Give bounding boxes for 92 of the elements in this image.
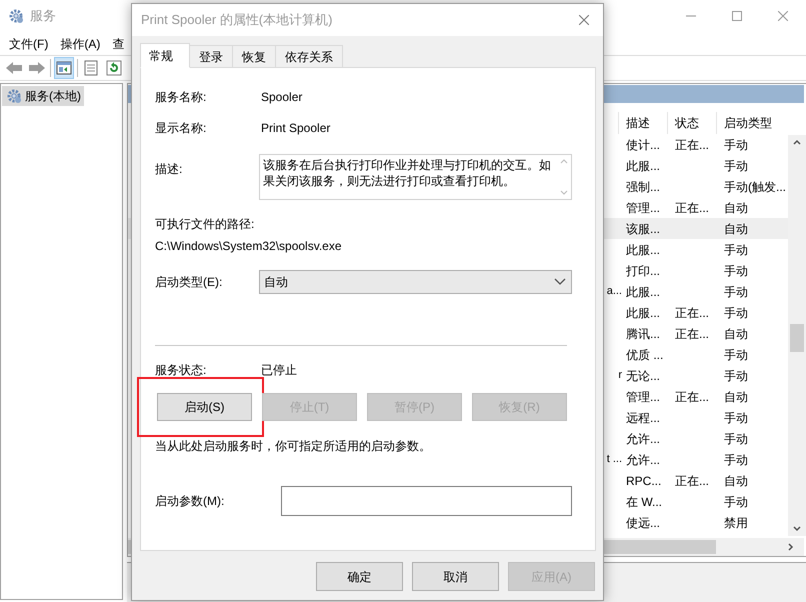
- dialog-button[interactable]: 取消: [412, 562, 499, 591]
- refresh-icon: [105, 59, 123, 77]
- table-cell: 在 W...: [626, 494, 662, 508]
- table-cell: RPC...: [626, 474, 662, 488]
- back-icon: [5, 59, 23, 77]
- tab[interactable]: 恢复: [233, 45, 276, 68]
- tab[interactable]: 登录: [190, 45, 233, 68]
- table-cell: 允许...: [626, 452, 660, 466]
- table-cell: 使远...: [626, 516, 660, 530]
- menu-item[interactable]: 查: [106, 34, 130, 52]
- table-cell: 手动: [724, 242, 748, 256]
- field-label: 可执行文件的路径:: [155, 216, 254, 233]
- startup-type-dropdown[interactable]: 自动: [259, 270, 572, 294]
- table-cell: 手动(触发...: [724, 180, 786, 194]
- field-label: 描述:: [155, 161, 184, 178]
- table-cell: 远程...: [626, 410, 660, 424]
- start-parameters-field[interactable]: [281, 486, 572, 516]
- gear-icon: [8, 8, 24, 24]
- table-cell-text: r: [618, 368, 622, 384]
- table-cell: 自动: [724, 222, 748, 236]
- table-cell: 无论...: [626, 368, 660, 382]
- table-cell: 手动: [724, 264, 748, 278]
- service-control-button[interactable]: 启动(S): [157, 393, 252, 421]
- field-label: 启动类型(E):: [155, 274, 224, 291]
- window-title: 服务: [30, 7, 56, 26]
- field-label: 启动参数(M):: [155, 493, 226, 510]
- column-header[interactable]: 描述: [619, 112, 668, 134]
- toolbar-button[interactable]: [54, 57, 74, 79]
- table-cell: 该服...: [626, 222, 660, 236]
- field-value: Spooler: [261, 89, 302, 106]
- table-cell-text: t ...: [606, 452, 622, 468]
- table-cell: 正在...: [675, 138, 710, 152]
- field-label: 显示名称:: [155, 121, 208, 135]
- table-cell: 手动: [724, 410, 748, 424]
- table-cell: 此服...: [626, 158, 660, 172]
- table-cell: 管理...: [626, 200, 660, 214]
- table-cell: 此服...: [626, 242, 660, 256]
- maximize-icon: [732, 11, 742, 21]
- table-cell: 允许...: [626, 432, 660, 446]
- forward-icon: [28, 59, 46, 77]
- table-cell: 打印...: [626, 264, 660, 278]
- table-cell: 使计...: [626, 138, 660, 152]
- menu-item[interactable]: 文件(F): [3, 34, 54, 52]
- table-cell: 正在...: [675, 474, 710, 488]
- document-icon: [82, 59, 100, 77]
- table-cell: 自动: [724, 326, 748, 340]
- table-cell: 正在...: [675, 200, 710, 214]
- close-icon: [579, 15, 589, 25]
- table-cell: 手动: [724, 306, 748, 320]
- tab[interactable]: 常规: [140, 43, 190, 68]
- field-label: 服务状态:: [155, 363, 208, 377]
- table-cell: 腾讯...: [626, 326, 660, 340]
- table-cell: 自动: [724, 200, 748, 214]
- table-cell: 正在...: [675, 390, 710, 404]
- field-label: 服务名称:: [155, 90, 208, 104]
- chevron-down-icon: [554, 278, 566, 286]
- table-cell: 禁用: [724, 516, 748, 530]
- menu-item[interactable]: 操作(A): [54, 34, 106, 52]
- table-cell: 手动: [724, 158, 748, 172]
- console-tree-icon: [55, 59, 73, 77]
- table-cell: 手动: [724, 348, 748, 362]
- table-cell: 正在...: [675, 326, 710, 340]
- hint-text: 当从此处启动服务时，你可指定所适用的启动参数。: [155, 438, 431, 455]
- column-header[interactable]: 状态: [668, 112, 717, 134]
- tab[interactable]: 依存关系: [276, 45, 343, 68]
- table-cell: 优质 ...: [626, 348, 664, 362]
- dialog-button[interactable]: 确定: [316, 562, 403, 591]
- table-cell-text: a...: [606, 284, 622, 300]
- table-cell: 手动: [724, 494, 748, 508]
- table-cell: 手动: [724, 368, 748, 382]
- table-cell: 自动: [724, 474, 748, 488]
- column-header[interactable]: 启动类型: [717, 112, 785, 134]
- table-cell: 自动: [724, 390, 748, 404]
- close-icon: [778, 11, 788, 21]
- table-cell: 此服...: [626, 284, 660, 298]
- table-cell: 此服...: [626, 306, 660, 320]
- table-cell: 手动: [724, 284, 748, 298]
- scrollbar-thumb[interactable]: [790, 324, 804, 352]
- dialog-title: Print Spooler 的属性(本地计算机): [141, 11, 332, 30]
- table-cell: 强制...: [626, 180, 660, 194]
- table-cell: 正在...: [675, 306, 710, 320]
- table-cell: 手动: [724, 452, 748, 466]
- field-value: C:\Windows\System32\spoolsv.exe: [155, 238, 342, 255]
- field-value: Print Spooler: [261, 120, 330, 137]
- gear-icon: [6, 88, 22, 104]
- vertical-scrollbar[interactable]: [788, 135, 806, 536]
- tree-item[interactable]: 服务(本地): [2, 86, 84, 106]
- table-cell: 手动: [724, 138, 748, 152]
- description-text: 该服务在后台执行打印作业并处理与打印机的交互。如果关闭该服务，则无法进行打印或查看打印机。: [262, 157, 552, 190]
- field-value: 已停止: [261, 362, 297, 379]
- table-cell: 管理...: [626, 390, 660, 404]
- table-cell: 手动: [724, 432, 748, 446]
